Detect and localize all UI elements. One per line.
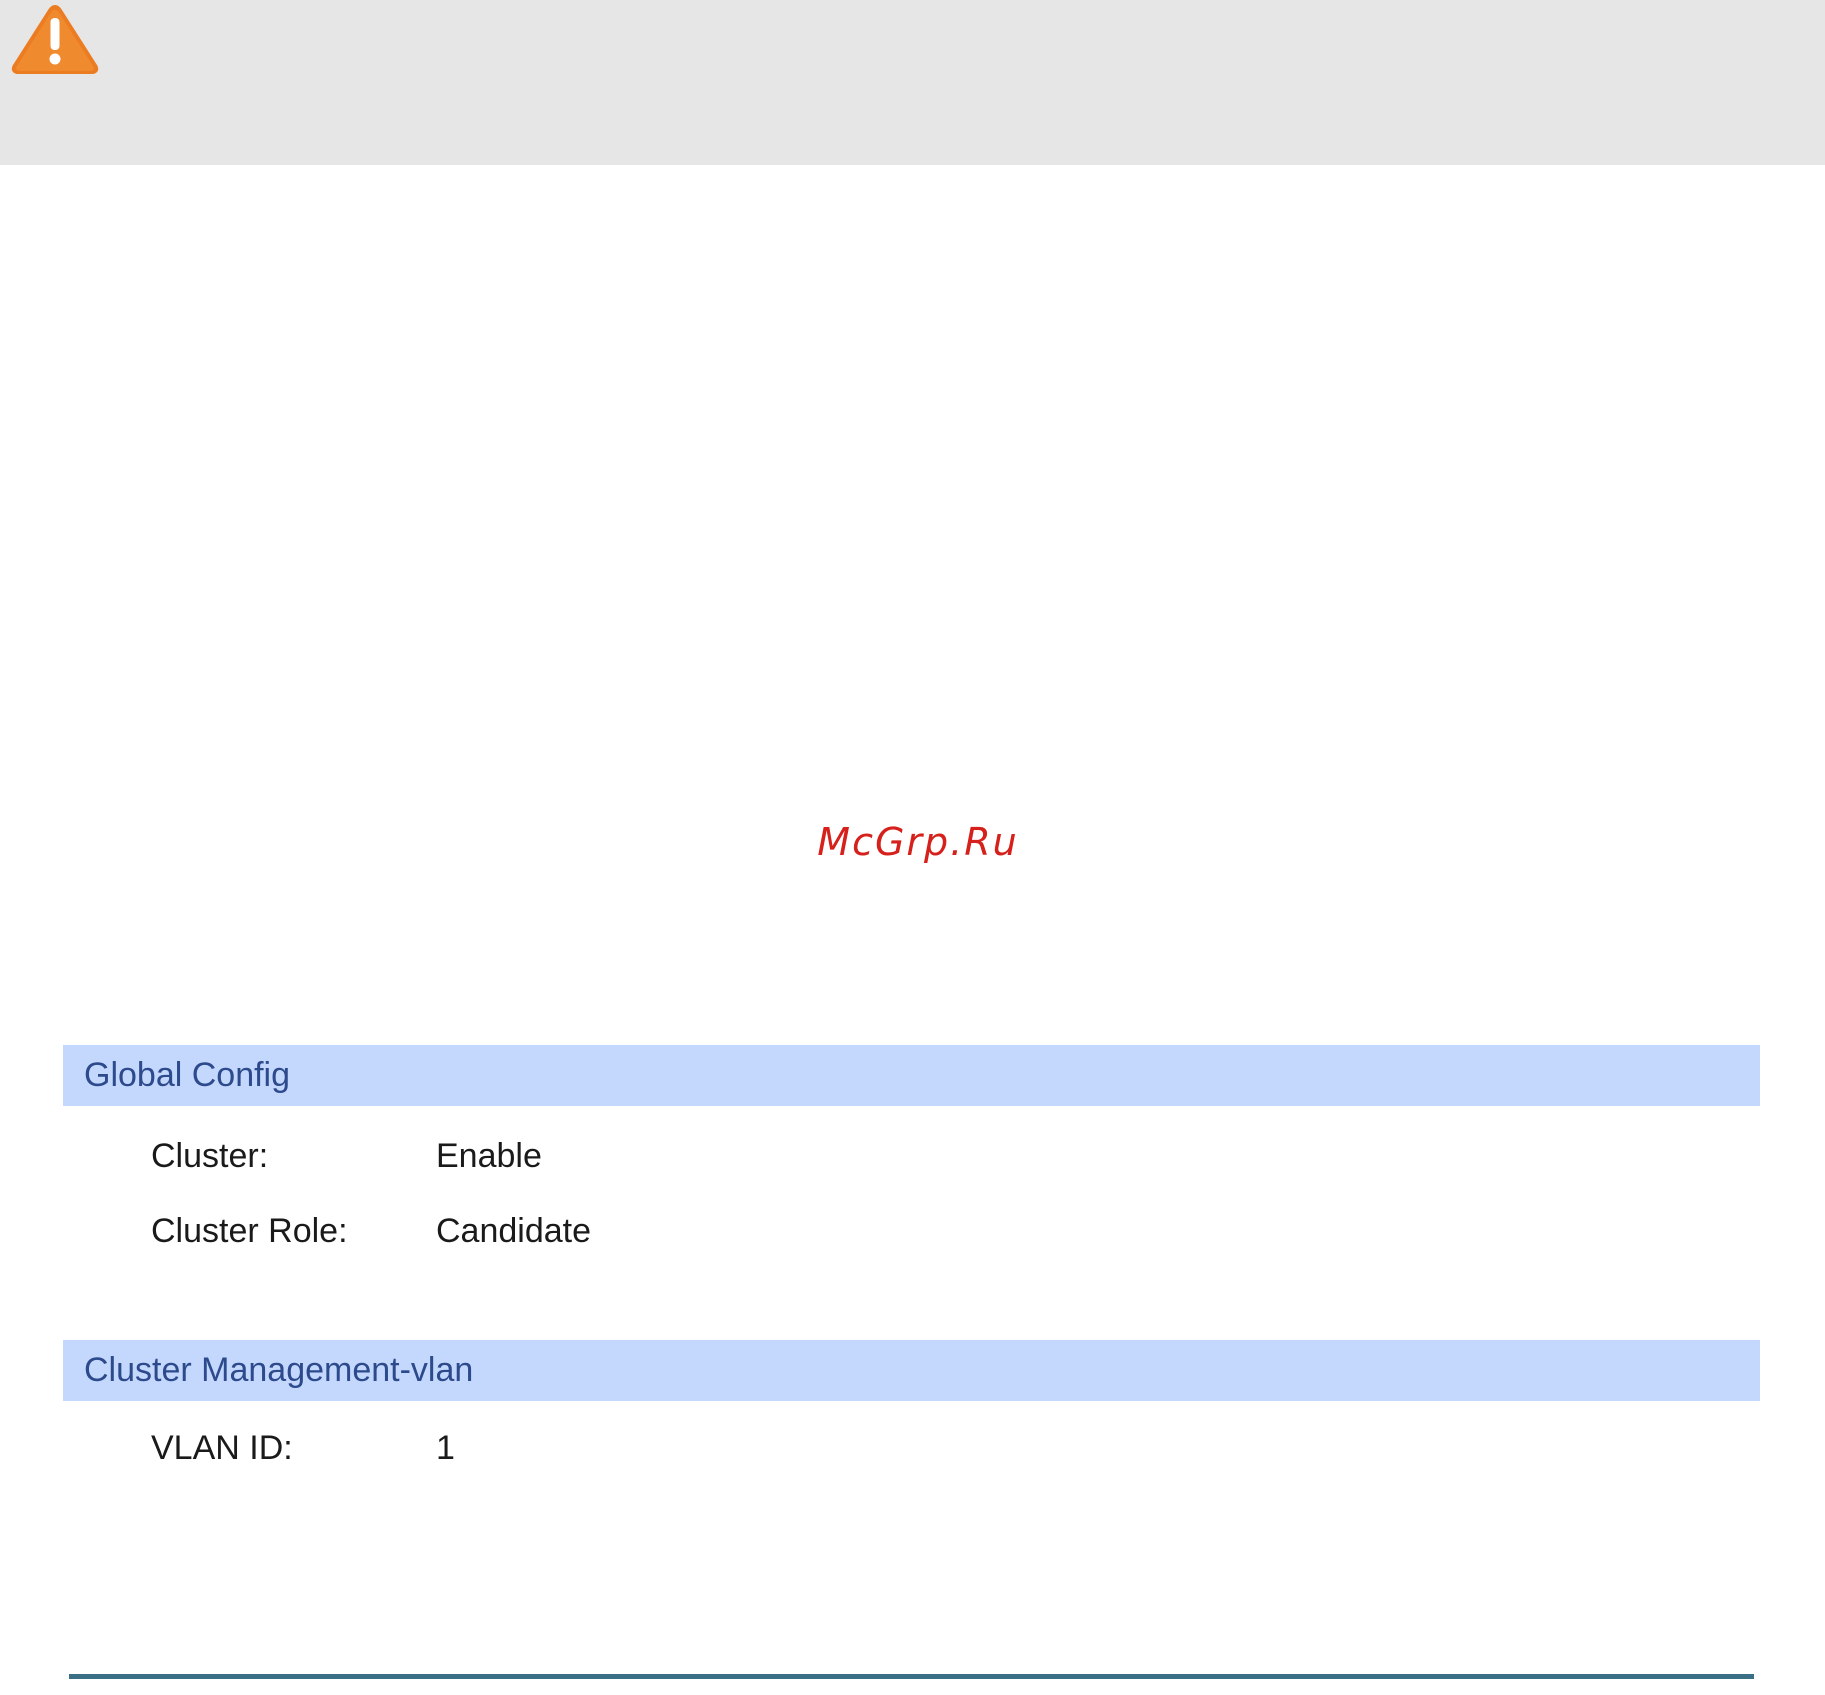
warning-icon: [11, 5, 99, 74]
bottom-divider: [69, 1674, 1754, 1679]
vlan-id-value: 1: [436, 1429, 455, 1467]
watermark-text: McGrp.Ru: [817, 820, 1019, 864]
cluster-role-value: Candidate: [436, 1212, 592, 1250]
cluster-label: Cluster:: [151, 1137, 269, 1175]
global-config-header: Global Config: [63, 1045, 1760, 1106]
vlan-id-label: VLAN ID:: [151, 1429, 293, 1467]
warning-note-bar: [0, 0, 1825, 165]
cluster-value: Enable: [436, 1137, 542, 1175]
cluster-management-vlan-header: Cluster Management-vlan: [63, 1340, 1760, 1401]
cluster-role-label: Cluster Role:: [151, 1212, 348, 1250]
